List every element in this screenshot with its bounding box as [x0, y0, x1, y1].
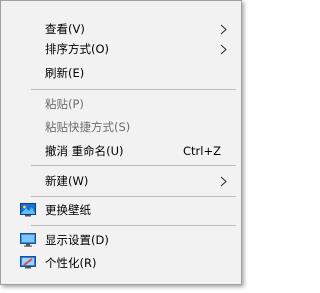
chevron-right-icon — [220, 176, 227, 187]
chevron-right-icon — [220, 24, 227, 35]
menu-item-change-wallpaper[interactable]: 更换壁纸 — [1, 200, 241, 220]
menu-separator — [31, 196, 236, 197]
menu-item-paste-shortcut: 粘贴快捷方式(S) — [1, 117, 241, 137]
menu-item-sort-by[interactable]: 排序方式(O) — [1, 39, 241, 59]
menu-item-refresh-label: 刷新(E) — [45, 66, 85, 80]
menu-item-view-label: 查看(V) — [45, 22, 85, 36]
menu-separator — [31, 225, 236, 226]
menu-item-display-settings[interactable]: 显示设置(D) — [1, 230, 241, 250]
menu-item-paste-shortcut-label: 粘贴快捷方式(S) — [45, 120, 131, 134]
menu-item-new[interactable]: 新建(W) — [1, 171, 241, 191]
menu-item-change-wallpaper-label: 更换壁纸 — [45, 203, 91, 217]
menu-item-personalize-label: 个性化(R) — [45, 256, 97, 270]
menu-item-display-settings-label: 显示设置(D) — [45, 233, 109, 247]
menu-item-paste: 粘贴(P) — [1, 94, 241, 114]
menu-item-refresh[interactable]: 刷新(E) — [1, 63, 241, 83]
menu-item-paste-label: 粘贴(P) — [45, 97, 84, 111]
menu-item-undo-rename-shortcut: Ctrl+Z — [183, 144, 221, 158]
menu-separator — [31, 165, 236, 166]
menu-item-sort-by-label: 排序方式(O) — [45, 42, 110, 56]
menu-item-undo-rename-label: 撤消 重命名(U) — [45, 144, 124, 158]
menu-item-new-label: 新建(W) — [45, 174, 89, 188]
wallpaper-icon — [20, 203, 36, 217]
display-settings-icon — [20, 233, 36, 247]
menu-item-view[interactable]: 查看(V) — [1, 19, 241, 39]
personalize-icon — [20, 256, 36, 269]
menu-separator — [31, 89, 236, 90]
desktop-context-menu: 查看(V) 排序方式(O) 刷新(E) 粘贴(P) 粘贴快捷方式(S) 撤消 重… — [0, 0, 242, 285]
menu-item-undo-rename[interactable]: 撤消 重命名(U) Ctrl+Z — [1, 141, 241, 161]
chevron-right-icon — [220, 44, 227, 55]
menu-item-personalize[interactable]: 个性化(R) — [1, 253, 241, 273]
